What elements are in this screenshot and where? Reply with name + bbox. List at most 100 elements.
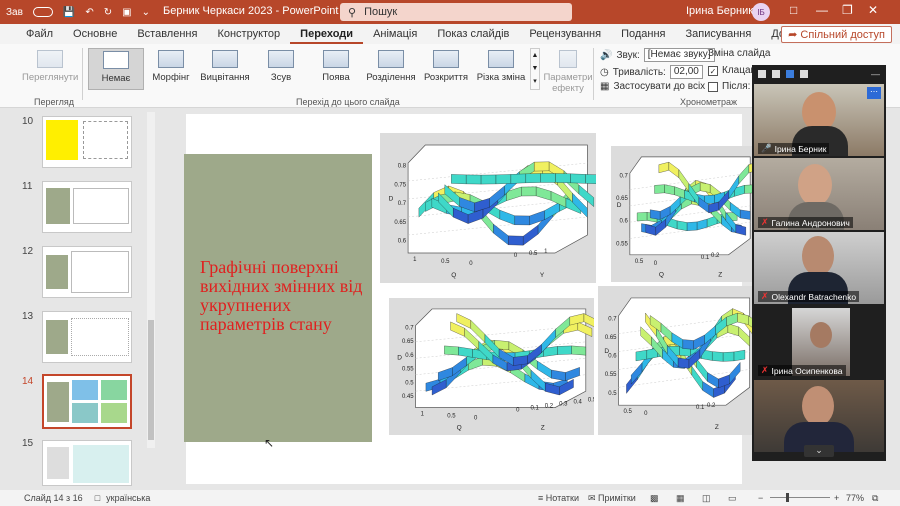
slide-thumbnail-12[interactable] — [42, 246, 132, 298]
transition-morph[interactable]: Морфінг — [143, 48, 199, 90]
transition-label: Різка зміна — [476, 72, 526, 83]
thumb-content — [47, 382, 69, 422]
redo-icon[interactable]: ↻ — [104, 7, 112, 18]
transition-cut[interactable]: Різка зміна — [473, 48, 529, 90]
y-tick-label: 0.4 — [574, 400, 583, 406]
participant-face — [802, 386, 834, 426]
surface-plot-4[interactable]: 0.7 0.65 0.6 0.55 0.5 D 0.5 0 0.1 0.2 Z — [598, 286, 756, 435]
undo-icon[interactable]: ↶ — [85, 7, 93, 18]
user-name[interactable]: Ірина Берник — [686, 5, 753, 17]
participant-tile[interactable] — [754, 380, 884, 452]
on-click-checkbox[interactable]: ✓ — [708, 65, 718, 76]
close-icon[interactable]: ✕ — [868, 3, 878, 17]
more-options-icon[interactable]: ⋯ — [867, 87, 881, 99]
surface-patch — [585, 174, 596, 184]
z-tick-label: 0.55 — [605, 372, 617, 378]
zoom-in-icon[interactable]: + — [834, 493, 839, 503]
slide-title[interactable]: Графічні поверхні вихідних змінних від у… — [200, 258, 368, 334]
preview-button[interactable]: Переглянути — [22, 48, 78, 90]
tab-file[interactable]: Файл — [0, 24, 63, 44]
transition-push[interactable]: Зсув — [253, 48, 309, 90]
customize-icon[interactable]: ⌄ — [142, 7, 150, 18]
sorter-view-icon[interactable]: ▦ — [676, 493, 685, 504]
scrollbar-thumb[interactable] — [148, 320, 154, 440]
fit-slide-icon[interactable]: ⧉ — [872, 493, 878, 504]
thumb-content — [72, 403, 98, 423]
surface-plot-1[interactable]: 0.8 0.75 0.7 0.65 0.6 D 1 0.5 0 0 0.5 1 Q Y — [380, 133, 596, 283]
slide-thumbnail-10[interactable] — [42, 116, 132, 168]
z-tick-label: 0.65 — [394, 220, 406, 226]
surface-patch — [740, 209, 751, 220]
tab-design[interactable]: Конструктор — [207, 24, 290, 44]
sound-select[interactable]: [Немає звуку] — [643, 48, 715, 62]
z-tick-label: 0.65 — [402, 339, 414, 345]
restore-icon[interactable]: ❐ — [842, 3, 853, 17]
minimize-icon[interactable]: — — [816, 3, 828, 17]
gallery-scroll[interactable]: ▲ ▼ ▾ — [530, 48, 540, 90]
preview-label: Переглянути — [22, 72, 79, 83]
reading-view-icon[interactable]: ◫ — [702, 493, 711, 504]
tab-review[interactable]: Рецензування — [519, 24, 611, 44]
effect-options-button[interactable]: Параметри ефекту — [540, 48, 596, 94]
view-icon[interactable] — [758, 70, 766, 78]
tab-animations[interactable]: Анімація — [363, 24, 427, 44]
transition-split[interactable]: Розділення — [363, 48, 419, 90]
tab-view[interactable]: Подання — [611, 24, 675, 44]
slide-thumbnail-15[interactable] — [42, 440, 132, 486]
after-checkbox[interactable] — [708, 81, 718, 92]
cut-icon — [488, 50, 514, 68]
normal-view-icon[interactable]: ▩ — [650, 493, 659, 504]
participant-tile[interactable]: ⋯ 🎤 Ірина Берник — [754, 84, 884, 156]
tab-home[interactable]: Основне — [63, 24, 127, 44]
view-icon[interactable] — [786, 70, 794, 78]
user-avatar[interactable]: ІБ — [752, 3, 770, 21]
surface-patch — [534, 161, 550, 172]
minimize-panel-icon[interactable]: — — [871, 69, 880, 79]
surface-patch — [654, 184, 665, 194]
zoom-slider[interactable] — [770, 497, 830, 498]
tab-slideshow[interactable]: Показ слайдів — [427, 24, 519, 44]
view-icon[interactable] — [800, 70, 808, 78]
thumb-content — [46, 255, 68, 289]
apply-all-button[interactable]: ▦ Застосувати до всіх — [600, 81, 705, 92]
tab-insert[interactable]: Вставлення — [127, 24, 207, 44]
slide-thumbnail-11[interactable] — [42, 181, 132, 233]
tab-transitions[interactable]: Переходи — [290, 24, 364, 44]
surface-patch — [686, 221, 698, 231]
transition-wipe[interactable]: Поява — [308, 48, 364, 90]
search-box[interactable]: ⚲ Пошук — [340, 3, 572, 21]
z-axis-label: D — [604, 348, 609, 355]
language-label[interactable]: українська — [106, 493, 150, 503]
search-input[interactable]: Пошук — [364, 6, 397, 18]
ribbon-display-icon[interactable]: □ — [790, 3, 797, 17]
zoom-level[interactable]: 77% — [846, 493, 864, 503]
duration-input[interactable]: 02,00 — [669, 65, 703, 79]
zoom-slider-handle[interactable] — [786, 493, 789, 502]
view-icon[interactable] — [772, 70, 780, 78]
accessibility-icon[interactable]: □ — [95, 493, 100, 503]
slide-thumbnail-13[interactable] — [42, 311, 132, 363]
zoom-out-icon[interactable]: − — [758, 493, 763, 503]
notes-button[interactable]: ≡ Нотатки — [538, 493, 579, 503]
transition-reveal[interactable]: Розкриття — [418, 48, 474, 90]
transition-label: Немає — [101, 73, 131, 84]
scroll-down-icon[interactable]: ⌄ — [804, 445, 834, 457]
slideshow-view-icon[interactable]: ▭ — [728, 493, 737, 504]
participant-tile[interactable]: ✗ Olexandr Batrachenko — [754, 232, 884, 304]
transition-none[interactable]: Немає — [88, 48, 144, 90]
comments-button[interactable]: ✉ Примітки — [588, 493, 636, 504]
thumbnail-scrollbar[interactable] — [147, 112, 155, 448]
slide-thumbnail-14[interactable] — [42, 374, 132, 429]
share-button[interactable]: ➦ Спільний доступ — [781, 26, 892, 43]
participant-tile[interactable]: ✗ Галина Андронович — [754, 158, 884, 230]
autosave-label[interactable]: Зав — [6, 7, 23, 18]
present-icon[interactable]: ▣ — [122, 7, 131, 18]
surface-plot-3[interactable]: 0.7 0.65 0.6 0.55 0.5 0.45 D 1 0.5 0 0 0.1 0.2 0.3 0.4… — [389, 298, 594, 435]
divider — [82, 48, 83, 100]
tab-record[interactable]: Записування — [676, 24, 762, 44]
save-icon[interactable]: 💾 — [63, 7, 75, 18]
participant-tile[interactable]: ✗ Ірина Осипенкова — [754, 306, 884, 378]
autosave-toggle[interactable] — [32, 7, 53, 17]
transition-fade[interactable]: Вицвітання — [197, 48, 253, 90]
surface-plot-2[interactable]: 0.7 0.65 0.6 0.55 D 0.5 0 0.1 0.2 Q Z — [611, 146, 756, 282]
